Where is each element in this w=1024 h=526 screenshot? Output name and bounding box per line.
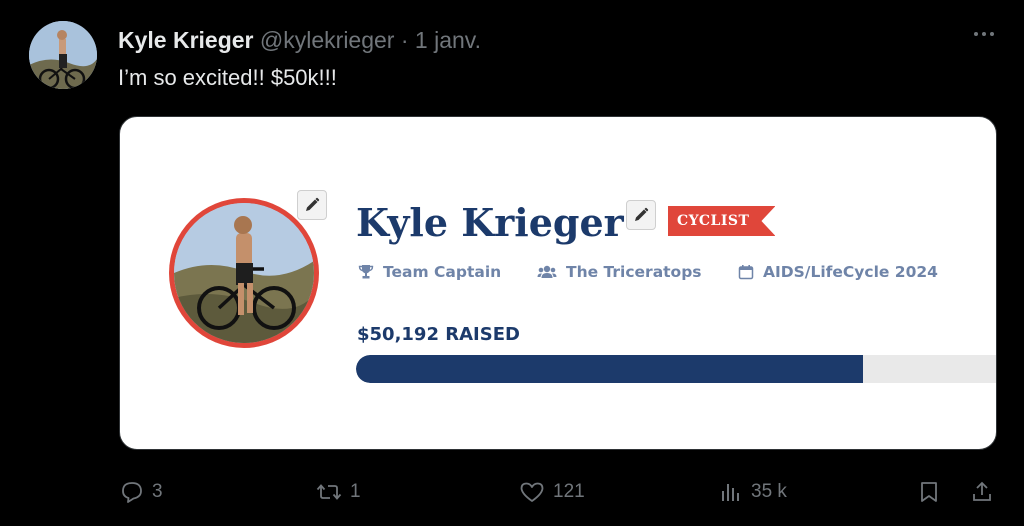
users-icon <box>537 265 557 278</box>
author-avatar[interactable] <box>29 21 97 89</box>
repost-button[interactable]: 1 <box>316 478 361 506</box>
repost-icon <box>316 484 342 500</box>
tweet-date[interactable]: 1 janv. <box>415 27 481 53</box>
reply-count: 3 <box>152 481 163 502</box>
bookmark-icon <box>921 482 937 502</box>
pencil-icon <box>306 197 320 211</box>
like-button[interactable]: 121 <box>519 478 585 506</box>
separator-dot: · <box>400 27 409 53</box>
author-handle[interactable]: @kylekrieger <box>260 27 395 53</box>
analytics-icon <box>722 484 739 501</box>
meta-team-role: Team Captain <box>358 263 501 281</box>
meta-team-name[interactable]: The Triceratops <box>537 263 702 281</box>
tweet-action-bar: 3 1 121 35 k <box>0 478 1024 506</box>
meta-label: AIDS/LifeCycle 2024 <box>763 263 938 281</box>
meta-label: Team Captain <box>383 263 502 281</box>
edit-name-button[interactable] <box>626 200 656 230</box>
tweet-header: Kyle Krieger @kylekrieger · 1 janv. <box>118 26 481 54</box>
more-options-icon[interactable] <box>974 32 994 36</box>
fundraiser-card[interactable]: Kyle Krieger CYCLIST Team Captain The Tr… <box>119 116 997 450</box>
pencil-icon <box>635 207 649 221</box>
meta-event[interactable]: AIDS/LifeCycle 2024 <box>738 263 938 281</box>
card-participant-name: Kyle Krieger <box>356 200 624 245</box>
reply-icon <box>122 482 142 503</box>
role-badge: CYCLIST <box>668 206 775 236</box>
repost-count: 1 <box>350 481 361 502</box>
calendar-icon <box>738 265 754 280</box>
views-button[interactable]: 35 k <box>719 478 787 506</box>
profile-photo-ring <box>169 198 319 348</box>
meta-label: The Triceratops <box>566 263 702 281</box>
progress-fill <box>356 355 863 383</box>
reply-button[interactable]: 3 <box>120 478 163 506</box>
heart-icon <box>520 482 544 502</box>
trophy-icon <box>358 265 374 279</box>
view-count: 35 k <box>751 481 787 502</box>
share-button[interactable] <box>970 478 994 506</box>
fundraising-progress-bar <box>356 355 996 383</box>
author-name[interactable]: Kyle Krieger <box>118 27 254 53</box>
edit-photo-button[interactable] <box>297 190 327 220</box>
share-icon <box>973 481 991 501</box>
profile-photo <box>174 203 314 343</box>
tweet-text: I’m so excited!! $50k!!! <box>118 65 337 90</box>
bookmark-button[interactable] <box>917 478 941 506</box>
amount-raised: $50,192 RAISED <box>357 324 520 345</box>
like-count: 121 <box>553 481 585 502</box>
